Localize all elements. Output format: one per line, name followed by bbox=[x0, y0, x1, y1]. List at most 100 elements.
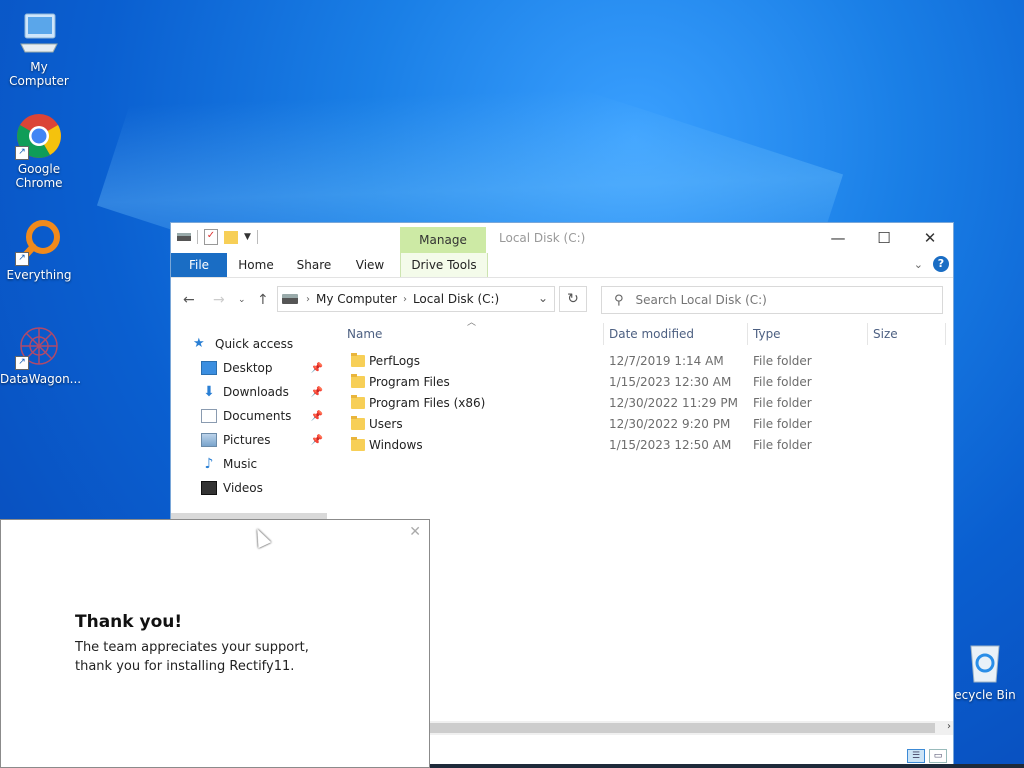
refresh-icon: ↻ bbox=[567, 291, 579, 307]
tab-view[interactable]: View bbox=[351, 253, 389, 277]
address-dropdown-icon[interactable]: ⌄ bbox=[538, 291, 548, 305]
tab-home[interactable]: Home bbox=[235, 253, 277, 277]
new-folder-icon[interactable] bbox=[224, 230, 238, 244]
refresh-button[interactable]: ↻ bbox=[559, 286, 587, 312]
file-date: 12/30/2022 11:29 PM bbox=[609, 396, 738, 410]
file-name: Users bbox=[369, 417, 403, 431]
nav-item-label: Downloads bbox=[223, 385, 289, 399]
tab-drive-tools[interactable]: Drive Tools bbox=[400, 253, 488, 277]
window-controls: — ☐ ✕ bbox=[815, 223, 953, 253]
title-bar: ✓ ▼ Manage Local Disk (C:) — ☐ ✕ bbox=[171, 223, 953, 253]
computer-icon bbox=[15, 10, 63, 58]
table-row[interactable]: Program Files (x86) 12/30/2022 11:29 PM … bbox=[347, 393, 947, 414]
address-bar[interactable]: › My Computer › Local Disk (C:) ⌄ bbox=[277, 286, 555, 312]
desktop-icon-datawagon[interactable]: ↗ DataWagon... bbox=[0, 322, 81, 386]
desktop-icon-my-computer[interactable]: My Computer bbox=[0, 10, 78, 88]
table-row[interactable]: Users 12/30/2022 9:20 PM File folder bbox=[347, 414, 947, 435]
video-film-icon bbox=[201, 481, 217, 495]
desktop-icon-recycle-bin[interactable]: ecycle Bin bbox=[946, 638, 1024, 702]
quick-access-toolbar: ✓ ▼ bbox=[177, 229, 258, 245]
file-date: 1/15/2023 12:30 AM bbox=[609, 375, 732, 389]
column-header-date-modified[interactable]: Date modified bbox=[609, 323, 694, 345]
column-divider[interactable] bbox=[747, 323, 748, 345]
table-row[interactable]: Windows 1/15/2023 12:50 AM File folder bbox=[347, 435, 947, 456]
tab-file[interactable]: File bbox=[171, 253, 227, 277]
nav-item-label: Desktop bbox=[223, 361, 273, 375]
file-date: 1/15/2023 12:50 AM bbox=[609, 438, 732, 452]
scroll-right-arrow-icon[interactable]: › bbox=[947, 721, 951, 732]
close-button[interactable]: ✕ bbox=[907, 223, 953, 253]
desktop-icon-everything[interactable]: ↗ Everything bbox=[0, 218, 78, 282]
window-title: Local Disk (C:) bbox=[499, 231, 586, 245]
properties-check-icon[interactable]: ✓ bbox=[204, 229, 218, 245]
nav-item-label: Quick access bbox=[215, 337, 294, 351]
pictures-icon bbox=[201, 433, 217, 447]
nav-item-documents[interactable]: Documents 📌 bbox=[201, 405, 327, 427]
ribbon-tabs: File Home Share View Drive Tools ⌄ ? bbox=[171, 253, 953, 278]
nav-item-label: Music bbox=[223, 457, 258, 471]
recent-locations-chevron-icon[interactable]: ⌄ bbox=[238, 295, 246, 305]
search-box[interactable]: ⚲ bbox=[601, 286, 943, 314]
desktop-icon-label: Google Chrome bbox=[15, 162, 63, 190]
breadcrumb-my-computer[interactable]: My Computer bbox=[316, 292, 397, 306]
breadcrumb-separator-icon[interactable]: › bbox=[306, 294, 310, 305]
table-row[interactable]: Program Files 1/15/2023 12:30 AM File fo… bbox=[347, 372, 947, 393]
horizontal-scrollbar[interactable]: › bbox=[429, 721, 953, 735]
forward-arrow-icon[interactable]: → bbox=[213, 292, 225, 308]
nav-item-videos[interactable]: Videos bbox=[201, 477, 327, 499]
pin-icon[interactable]: 📌 bbox=[311, 387, 323, 398]
tab-share[interactable]: Share bbox=[293, 253, 335, 277]
desktop-icon-google-chrome[interactable]: ↗ Google Chrome bbox=[0, 112, 78, 190]
file-type: File folder bbox=[753, 354, 812, 368]
column-header-name[interactable]: Name bbox=[347, 323, 382, 345]
details-view-icon[interactable]: ☰ bbox=[907, 749, 925, 763]
folder-icon bbox=[351, 416, 365, 430]
pin-icon[interactable]: 📌 bbox=[311, 363, 323, 374]
close-icon[interactable]: ✕ bbox=[409, 524, 421, 540]
breadcrumb-separator-icon[interactable]: › bbox=[403, 294, 407, 305]
column-header-size[interactable]: Size bbox=[873, 323, 898, 345]
desktop-folder-icon bbox=[201, 361, 217, 375]
column-divider[interactable] bbox=[945, 323, 946, 345]
pin-icon[interactable]: 📌 bbox=[311, 435, 323, 446]
up-arrow-icon[interactable]: ↑ bbox=[257, 292, 269, 308]
nav-item-desktop[interactable]: Desktop 📌 bbox=[201, 357, 327, 379]
shortcut-arrow-icon: ↗ bbox=[15, 356, 29, 370]
expand-ribbon-chevron-icon[interactable]: ⌄ bbox=[914, 258, 923, 271]
drive-icon[interactable] bbox=[177, 233, 191, 241]
ribbon-controls: ⌄ ? bbox=[914, 256, 949, 272]
view-switcher: ☰ ▭ bbox=[907, 749, 947, 763]
file-type: File folder bbox=[753, 417, 812, 431]
large-icons-view-icon[interactable]: ▭ bbox=[929, 749, 947, 763]
column-divider[interactable] bbox=[867, 323, 868, 345]
maximize-button[interactable]: ☐ bbox=[861, 223, 907, 253]
search-input[interactable] bbox=[633, 292, 918, 308]
pin-icon[interactable]: 📌 bbox=[311, 411, 323, 422]
column-divider[interactable] bbox=[603, 323, 604, 345]
tab-manage[interactable]: Manage bbox=[400, 227, 486, 253]
table-row[interactable]: PerfLogs 12/7/2019 1:14 AM File folder bbox=[347, 351, 947, 372]
file-name: Windows bbox=[369, 438, 423, 452]
customize-toolbar-chevron-icon[interactable]: ▼ bbox=[244, 232, 251, 242]
nav-item-pictures[interactable]: Pictures 📌 bbox=[201, 429, 327, 451]
scrollbar-thumb[interactable] bbox=[429, 723, 935, 733]
file-type: File folder bbox=[753, 375, 812, 389]
nav-item-music[interactable]: ♪ Music bbox=[201, 453, 327, 475]
nav-item-label: Pictures bbox=[223, 433, 271, 447]
dialog-message: The team appreciates your support, thank… bbox=[75, 640, 309, 674]
dialog-title: Thank you! bbox=[75, 612, 183, 632]
minimize-button[interactable]: — bbox=[815, 223, 861, 253]
toolbar-divider bbox=[197, 230, 198, 244]
help-icon[interactable]: ? bbox=[933, 256, 949, 272]
desktop-icon-label: My Computer bbox=[9, 60, 69, 88]
column-header-type[interactable]: Type bbox=[753, 323, 781, 345]
back-arrow-icon[interactable]: ← bbox=[183, 292, 195, 308]
nav-item-downloads[interactable]: ⬇ Downloads 📌 bbox=[201, 381, 327, 403]
navigation-pane: ★ Quick access Desktop 📌 ⬇ Downloads 📌 D… bbox=[171, 319, 327, 519]
breadcrumb-local-disk[interactable]: Local Disk (C:) bbox=[413, 292, 499, 306]
sort-ascending-icon: ︿ bbox=[467, 318, 477, 328]
nav-item-quick-access[interactable]: ★ Quick access bbox=[193, 333, 319, 355]
file-name: PerfLogs bbox=[369, 354, 421, 368]
shortcut-arrow-icon: ↗ bbox=[15, 146, 29, 160]
recycle-bin-icon bbox=[961, 638, 1009, 686]
